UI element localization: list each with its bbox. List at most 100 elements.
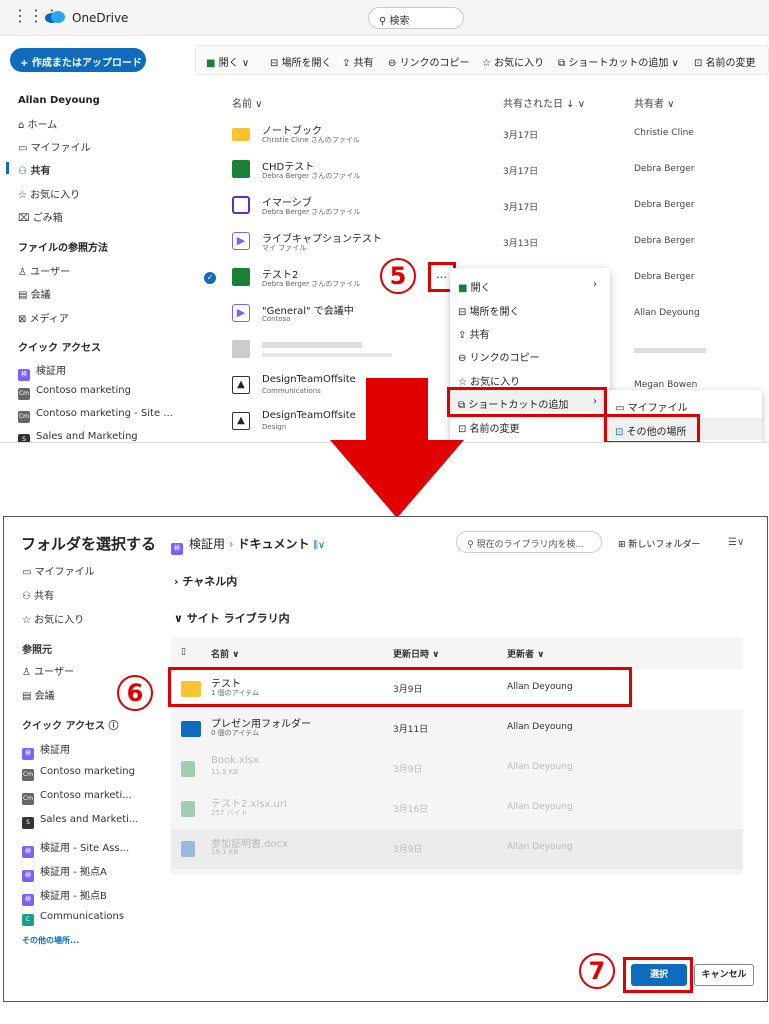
trash-icon: ⌧ — [18, 213, 33, 224]
menu-copy-link[interactable]: ⊖ リンクのコピー — [458, 349, 540, 364]
site-icon: Cm — [18, 388, 30, 400]
cmd-favorite[interactable]: ☆ お気に入り — [482, 54, 544, 69]
nav-recycle-bin[interactable]: ⌧ ごみ箱 — [18, 209, 63, 224]
picker-nav-my-files[interactable]: ▭ マイファイル — [22, 563, 95, 578]
cmd-copy-link[interactable]: ⊖ リンクのコピー — [388, 54, 470, 69]
view-options-icon[interactable]: ☰∨ — [728, 537, 744, 548]
quick-item-kensho[interactable]: 検検証用 — [18, 362, 66, 381]
image-icon — [232, 340, 250, 358]
image-icon: ⊠ — [18, 314, 30, 325]
step-5-marker: 5 — [380, 258, 416, 294]
excel-icon: ■ — [206, 58, 219, 69]
people-icon: ⚇ — [22, 591, 35, 602]
col-name[interactable]: 名前 ∨ — [232, 95, 263, 110]
col-sharer[interactable]: 共有者 ∨ — [634, 95, 675, 110]
people-icon: ⚇ — [18, 166, 31, 177]
cmd-add-shortcut[interactable]: ⧉ ショートカットの追加 ∨ — [558, 54, 679, 69]
menu-favorite[interactable]: ☆ お気に入り — [458, 373, 520, 388]
quick-item-contoso-site[interactable]: Cm Contoso marketing - Site ... — [18, 408, 173, 423]
library-switch-icon[interactable]: ⫼∨ — [313, 540, 325, 551]
file-row[interactable]: CHDテスト Debra Berger さんのファイル 3月17日 Debra Be… — [200, 154, 769, 190]
nav-people[interactable]: ♙ ユーザー — [18, 263, 70, 278]
link-icon: ⊖ — [388, 58, 400, 69]
channels-section[interactable]: › チャネル内 — [174, 573, 237, 589]
site-icon: S — [22, 817, 34, 829]
submenu-my-files[interactable]: ▭ マイファイル — [615, 399, 688, 414]
image-icon: ▲ — [232, 412, 250, 430]
cancel-button[interactable]: キャンセル — [694, 964, 754, 986]
quick-item-sales[interactable]: S Sales and Marketing — [18, 431, 138, 442]
nav-meetings[interactable]: ▤ 会議 — [18, 286, 51, 301]
col-modifier[interactable]: 更新者 ∨ — [507, 647, 544, 660]
picker-quick-item[interactable]: 検検証用 - 拠点A — [22, 863, 107, 882]
col-modified[interactable]: 更新日時 ∨ — [393, 647, 439, 660]
excel-icon — [232, 268, 250, 286]
folder-icon: ▭ — [18, 143, 31, 154]
dialog-title: フォルダを選択する — [21, 535, 157, 553]
cmd-rename[interactable]: ⊡ 名前の変更 — [694, 54, 756, 69]
picker-quick-heading: クイック アクセス ⓘ — [22, 721, 119, 732]
checkmark-icon[interactable]: ✓ — [204, 272, 216, 284]
picker-quick-item[interactable]: Cm Contoso marketi... — [22, 790, 132, 805]
video-icon: ▶ — [232, 232, 250, 250]
file-icon: ▯ — [181, 647, 186, 657]
table-row-disabled: テスト2.xlsx.url 257 バイト 3月16日 Allan Deyoung — [171, 789, 743, 829]
picker-nav-people[interactable]: ♙ ユーザー — [22, 663, 74, 678]
menu-open-location[interactable]: ⊟ 場所を開く — [458, 303, 520, 318]
table-row[interactable]: プレゼン用フォルダー 0 個のアイテム 3月11日 Allan Deyoung — [171, 709, 743, 749]
menu-share[interactable]: ⇪ 共有 — [458, 326, 490, 341]
person-icon: ♙ — [22, 667, 35, 678]
picker-nav-meetings[interactable]: ▤ 会議 — [22, 687, 55, 702]
nav-shared[interactable]: ⚇ 共有 — [18, 162, 50, 177]
excel-icon — [232, 160, 250, 178]
search-input[interactable]: ⚲ 検索 — [368, 7, 464, 29]
col-shared-date[interactable]: 共有された日 ↓ ∨ — [503, 95, 585, 110]
quick-access-heading: クイック アクセス — [18, 343, 101, 354]
cmd-share[interactable]: ⇪ 共有 — [342, 54, 374, 69]
picker-nav-shared[interactable]: ⚇ 共有 — [22, 587, 54, 602]
ref-heading: 参照元 — [22, 645, 52, 656]
down-arrow-icon — [330, 378, 464, 518]
picker-nav-favorites[interactable]: ☆ お気に入り — [22, 611, 84, 626]
cmd-open-location[interactable]: ⊟ 場所を開く — [270, 54, 332, 69]
highlight-select-button — [623, 957, 693, 993]
excel-icon — [181, 801, 195, 817]
app-bar: ⋮⋮⋮ OneDrive ⚲ 検索 — [0, 0, 769, 36]
file-row[interactable]: イマーシブ Debra Berger さんのファイル 3月17日 Debra Ber… — [200, 190, 769, 226]
picker-quick-item[interactable]: C Communications — [22, 911, 124, 926]
nav-my-files[interactable]: ▭ マイファイル — [18, 139, 91, 154]
create-upload-button[interactable]: + 作成またはアップロード — [10, 48, 146, 72]
menu-rename[interactable]: ⊡ 名前の変更 — [458, 420, 520, 435]
more-places-link[interactable]: その他の場所... — [22, 935, 79, 946]
star-icon: ☆ — [482, 58, 495, 69]
picker-quick-item[interactable]: 検検証用 - 拠点B — [22, 887, 107, 906]
library-search-input[interactable]: ⚲ 現在のライブラリ内を検... — [456, 531, 602, 553]
rename-icon: ⊡ — [694, 58, 706, 69]
crumb-site[interactable]: 検証用 — [189, 537, 225, 551]
picker-quick-item[interactable]: 検検証用 — [22, 741, 70, 760]
more-options-button[interactable]: … — [436, 268, 447, 281]
menu-open[interactable]: ■ 開く — [458, 279, 491, 294]
nav-home[interactable]: ⌂ ホーム — [18, 116, 57, 131]
nav-media[interactable]: ⊠ メディア — [18, 310, 69, 325]
site-icon: 検 — [18, 369, 30, 381]
site-libraries-section[interactable]: ∨ サイト ライブラリ内 — [174, 610, 290, 626]
file-row[interactable]: ノートブック Christie Cline さんのファイル 3月17日 Christ… — [200, 118, 769, 154]
crumb-library: ドキュメント — [237, 537, 310, 551]
highlight-other-places — [604, 414, 700, 442]
user-name: Allan Deyoung — [18, 95, 100, 106]
site-icon: 検 — [22, 870, 34, 882]
picker-quick-item[interactable]: Cm Contoso marketing — [22, 766, 135, 781]
col-name[interactable]: 名前 ∨ — [211, 647, 239, 660]
calendar-icon: ▤ — [22, 691, 35, 702]
new-folder-button[interactable]: ⊞ 新しいフォルダー — [618, 537, 700, 550]
nav-favorites[interactable]: ☆ お気に入り — [18, 186, 80, 201]
file-row[interactable]: ▶ ライブキャプションテスト マイ ファイル 3月13日 Debra Berger — [200, 226, 769, 262]
quick-item-contoso[interactable]: Cm Contoso marketing — [18, 385, 131, 400]
cmd-open[interactable]: ■ 開く ∨ — [206, 54, 249, 69]
picker-quick-item[interactable]: S Sales and Marketi... — [22, 814, 138, 829]
folder-open-icon: ⊟ — [270, 58, 282, 69]
onedrive-window: ⋮⋮⋮ OneDrive ⚲ 検索 + 作成またはアップロード ■ 開く ∨ ⊟… — [0, 0, 769, 443]
picker-quick-item[interactable]: 検検証用 - Site Ass... — [22, 839, 129, 858]
folder-picker-dialog: フォルダを選択する ▭ マイファイル ⚇ 共有 ☆ お気に入り 参照元 ♙ ユー… — [3, 516, 768, 1002]
